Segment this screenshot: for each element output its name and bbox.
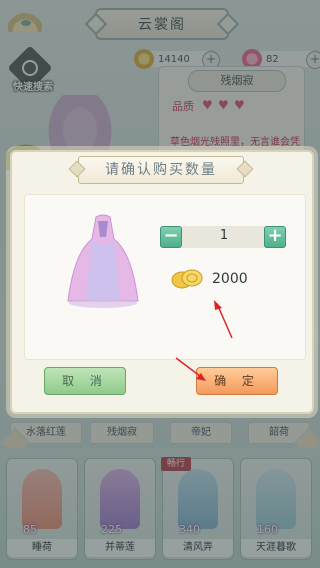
decrease-button[interactable]: − bbox=[160, 226, 182, 248]
increase-button[interactable]: + bbox=[264, 226, 286, 248]
dialog-title: 请确认购买数量 bbox=[78, 156, 244, 184]
gold-coin-icon bbox=[171, 269, 203, 289]
cancel-button[interactable]: 取 消 bbox=[44, 367, 126, 395]
gown-preview bbox=[67, 214, 139, 308]
price-value: 2000 bbox=[212, 271, 248, 287]
confirm-button[interactable]: 确 定 bbox=[196, 367, 278, 395]
quantity-value[interactable]: 1 bbox=[186, 228, 262, 243]
